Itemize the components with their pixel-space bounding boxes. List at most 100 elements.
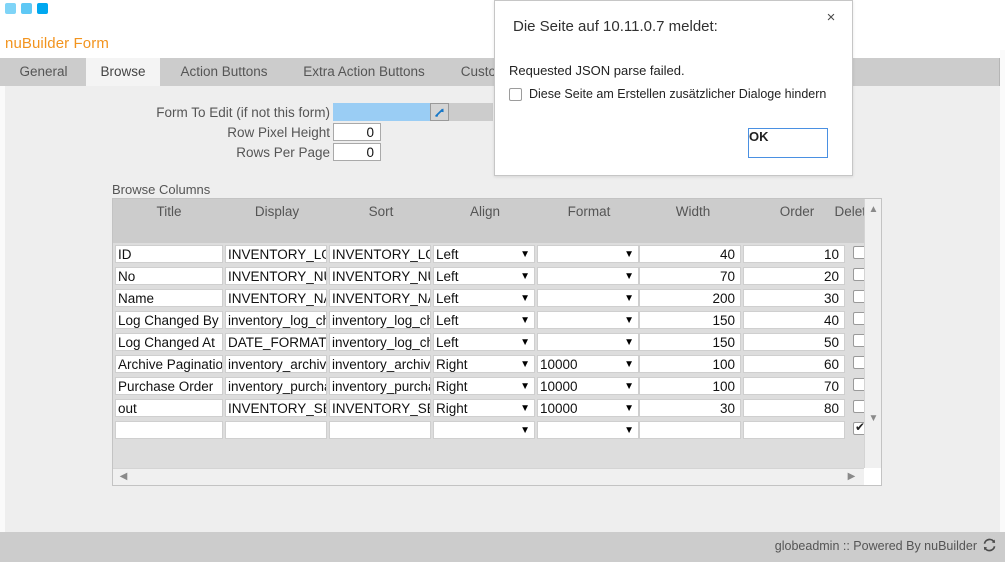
select-align[interactable]: Left ▼ [433,311,535,329]
ok-button[interactable]: OK [748,128,828,158]
cell-width[interactable]: 40 [639,245,741,263]
cell-sort[interactable]: INVENTORY_LOCATION_ID [329,245,431,263]
cell-order[interactable] [743,421,845,439]
select-align[interactable]: Left ▼ [433,267,535,285]
scroll-left-icon[interactable]: ◀ [118,471,129,483]
cell-order[interactable]: 60 [743,355,845,373]
select-align[interactable]: Right ▼ [433,377,535,395]
input-row-pixel-height[interactable]: 0 [333,123,381,141]
cell-title[interactable]: Purchase Order [115,377,223,395]
cell-order[interactable]: 80 [743,399,845,417]
tab-action-buttons[interactable]: Action Buttons [164,58,284,86]
cell-sort[interactable] [329,421,431,439]
select-align[interactable]: Right ▼ [433,399,535,417]
cell-title[interactable]: out [115,399,223,417]
select-format[interactable]: 10000 ▼ [537,355,639,373]
select-align[interactable]: Left ▼ [433,289,535,307]
select-format[interactable]: 10000 ▼ [537,399,639,417]
cell-width[interactable]: 150 [639,333,741,351]
select-align[interactable]: Right ▼ [433,355,535,373]
select-format[interactable]: 10000 ▼ [537,377,639,395]
cell-display[interactable]: INVENTORY_NUMBER [225,267,327,285]
select-format[interactable]: ▼ [537,311,639,329]
cell-title[interactable]: No [115,267,223,285]
table-row: Archive Paginationinventory_archivedinve… [113,353,866,375]
cell-display[interactable]: INVENTORY_SELECT [225,399,327,417]
scroll-right-icon[interactable]: ▶ [846,471,857,483]
cell-display[interactable]: inventory_purchase_order [225,377,327,395]
cell-order[interactable]: 40 [743,311,845,329]
select-format[interactable]: ▼ [537,421,639,439]
cell-title[interactable] [115,421,223,439]
cell-title[interactable]: Name [115,289,223,307]
cell-order[interactable]: 70 [743,377,845,395]
cell-display[interactable] [225,421,327,439]
cell-title[interactable]: Log Changed At [115,333,223,351]
cell-width[interactable]: 100 [639,355,741,373]
select-format[interactable]: ▼ [537,333,639,351]
cell-width[interactable]: 150 [639,311,741,329]
scrollbar-corner [864,468,881,485]
right-gutter [1000,86,1005,532]
select-align-value: Left [436,269,459,284]
select-align[interactable]: Left ▼ [433,333,535,351]
cell-sort[interactable]: INVENTORY_SELECT [329,399,431,417]
cell-title[interactable]: Log Changed By [115,311,223,329]
chevron-down-icon: ▼ [624,249,634,260]
cell-sort[interactable]: inventory_archived [329,355,431,373]
grid-header-row: Title Display Sort Align Format Width Order Del… [113,199,881,243]
cell-display[interactable]: DATE_FORMAT [225,333,327,351]
tab-general[interactable]: General [5,58,82,86]
lookup-open-icon[interactable] [430,103,449,121]
chevron-down-icon: ▼ [520,249,530,260]
input-rows-per-page[interactable]: 0 [333,143,381,161]
tab-browse[interactable]: Browse [86,58,160,86]
grid-header-title: Title [156,204,182,219]
table-row: Log Changed At DATE_FORMAT inventory_log_c… [113,331,866,353]
cell-title[interactable]: Archive Pagination [115,355,223,373]
cell-width[interactable]: 100 [639,377,741,395]
cell-order[interactable]: 10 [743,245,845,263]
tab-extra-action-buttons[interactable]: Extra Action Buttons [288,58,440,86]
cell-order[interactable]: 30 [743,289,845,307]
status-footer: globeadmin :: Powered By nuBuilder [0,532,1005,562]
select-format[interactable]: ▼ [537,267,639,285]
chevron-down-icon: ▼ [624,271,634,282]
cell-order[interactable]: 20 [743,267,845,285]
suppress-dialogs-checkbox[interactable] [509,88,522,101]
select-format[interactable]: ▼ [537,245,639,263]
cell-width[interactable]: 200 [639,289,741,307]
cell-width[interactable]: 70 [639,267,741,285]
select-align[interactable]: ▼ [433,421,535,439]
browse-columns-grid: Title Display Sort Align Format Width Order Del… [112,198,882,486]
scroll-down-icon[interactable]: ▼ [868,413,879,424]
lookup-field-backdrop [449,103,493,121]
cell-display[interactable]: INVENTORY_NAME [225,289,327,307]
suppress-dialogs-label: Diese Seite am Erstellen zusätzlicher Di… [529,87,827,101]
scroll-up-icon[interactable]: ▲ [868,204,879,215]
cell-order[interactable]: 50 [743,333,845,351]
footer-text: globeadmin :: Powered By nuBuilder [774,539,977,553]
cell-sort[interactable]: INVENTORY_NAME [329,289,431,307]
select-format[interactable]: ▼ [537,289,639,307]
input-form-to-edit-if-not-this-form[interactable] [333,103,431,121]
chevron-down-icon: ▼ [520,425,530,436]
cell-sort[interactable]: INVENTORY_NUMBER [329,267,431,285]
grid-header-display: Display [254,204,300,219]
cell-title[interactable]: ID [115,245,223,263]
grid-vertical-scrollbar[interactable]: ▲ ▼ [864,199,881,469]
cell-display[interactable]: INVENTORY_LOCATION_ID [225,245,327,263]
refresh-icon[interactable] [982,537,997,553]
select-align[interactable]: Left ▼ [433,245,535,263]
cell-sort[interactable]: inventory_log_changed_by [329,311,431,329]
select-format-value: 10000 [540,401,578,416]
close-icon[interactable]: × [820,7,842,29]
cell-width[interactable]: 30 [639,399,741,417]
cell-display[interactable]: inventory_archived [225,355,327,373]
cell-sort[interactable]: inventory_purchase_order [329,377,431,395]
chevron-down-icon: ▼ [520,271,530,282]
cell-display[interactable]: inventory_log_changed_by [225,311,327,329]
cell-width[interactable] [639,421,741,439]
cell-sort[interactable]: inventory_log_changed_at [329,333,431,351]
grid-horizontal-scrollbar[interactable]: ◀ ▶ [113,468,864,485]
